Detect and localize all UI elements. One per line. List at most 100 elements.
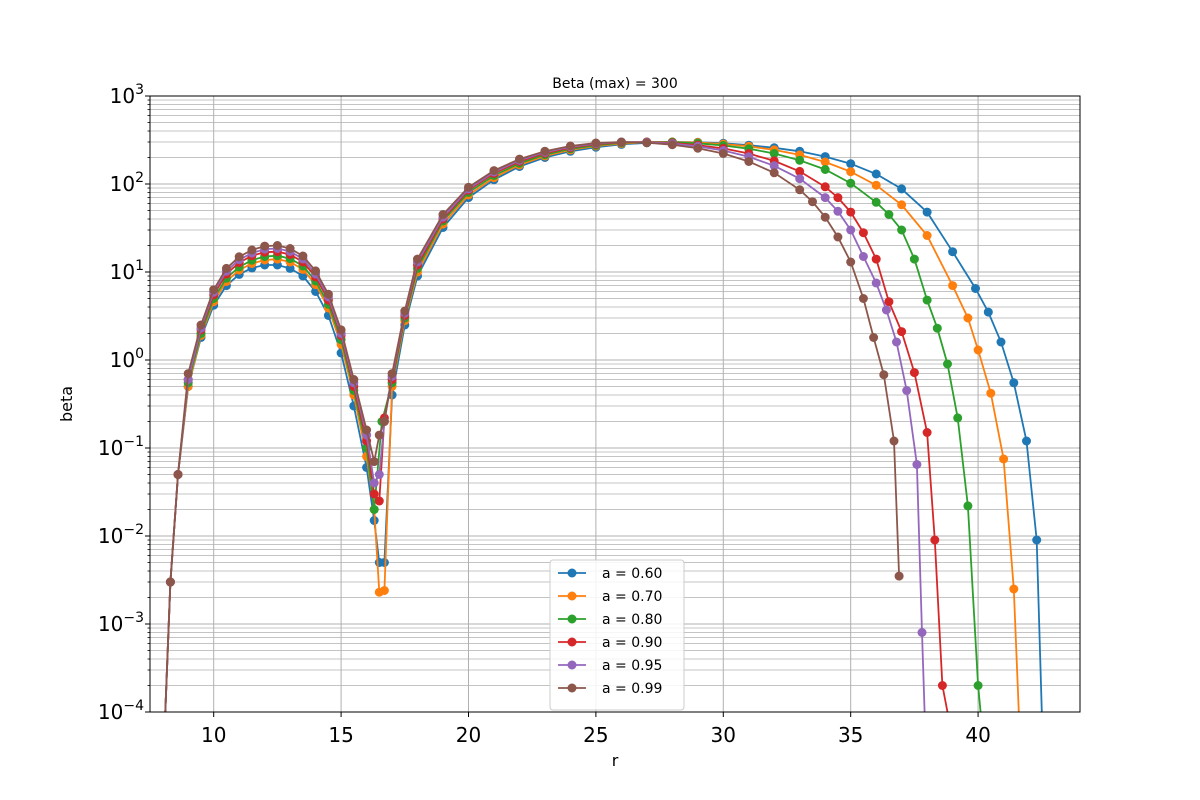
data-point — [209, 285, 219, 295]
legend-marker — [567, 614, 577, 624]
data-point — [196, 320, 206, 330]
data-point — [336, 325, 346, 335]
y-tick-label: 10−3 — [98, 610, 144, 636]
data-point — [833, 193, 843, 203]
data-point — [795, 185, 805, 195]
data-point — [173, 470, 183, 479]
data-point — [379, 558, 389, 567]
data-point — [285, 244, 295, 253]
data-point — [897, 200, 907, 210]
data-point — [943, 359, 952, 369]
data-point — [869, 333, 879, 342]
data-point — [1009, 584, 1019, 594]
x-tick-label: 20 — [456, 723, 481, 747]
data-point — [1022, 436, 1031, 446]
data-point — [892, 337, 901, 347]
data-point — [879, 370, 889, 380]
data-point — [234, 252, 244, 262]
data-point — [871, 254, 881, 264]
legend-label: a = 0.95 — [602, 658, 662, 674]
data-point — [858, 252, 868, 261]
data-point — [922, 295, 932, 305]
data-point — [846, 207, 856, 217]
data-point — [922, 231, 932, 240]
data-point — [718, 149, 728, 158]
data-point — [953, 413, 963, 423]
data-point — [820, 212, 830, 222]
data-point — [909, 368, 919, 378]
y-tick-label: 10−4 — [98, 698, 144, 724]
series-6 — [164, 137, 904, 712]
x-tick-label: 25 — [583, 723, 608, 747]
data-point — [833, 232, 843, 242]
data-point — [374, 430, 384, 440]
series-line — [164, 141, 926, 712]
data-point — [871, 180, 881, 190]
data-point — [642, 138, 652, 148]
data-point — [379, 586, 389, 595]
x-axis-label: r — [612, 751, 619, 770]
y-tick-label: 101 — [110, 258, 144, 284]
data-point — [871, 278, 881, 288]
legend-marker — [567, 591, 577, 601]
data-point — [858, 294, 868, 303]
data-point — [999, 454, 1009, 464]
data-point — [846, 225, 856, 235]
data-point — [846, 257, 856, 267]
data-point — [897, 184, 907, 194]
data-point — [374, 470, 384, 479]
data-point — [311, 266, 321, 276]
data-point — [881, 305, 891, 315]
data-point — [369, 457, 379, 467]
data-point — [591, 138, 601, 148]
legend-label: a = 0.60 — [602, 566, 662, 582]
axis-ticks: 10 15 20 25 30 35 40 10−4 10−3 10−2 10−1 100 101 102 1… — [98, 82, 991, 747]
data-point — [769, 168, 779, 178]
data-point — [948, 247, 958, 257]
data-point — [922, 428, 932, 437]
data-point — [272, 241, 282, 250]
y-axis-label: beta — [57, 386, 76, 422]
data-point — [260, 241, 270, 251]
data-point — [902, 386, 912, 395]
y-tick-label: 100 — [110, 346, 144, 372]
data-point — [973, 345, 983, 355]
data-point — [820, 193, 830, 203]
x-tick-label: 15 — [328, 723, 353, 747]
data-point — [369, 478, 379, 488]
data-point — [917, 628, 927, 637]
data-point — [858, 228, 868, 238]
data-point — [693, 143, 703, 153]
legend-marker — [567, 568, 577, 578]
data-point — [971, 284, 980, 293]
data-point — [565, 141, 575, 151]
data-point — [1009, 378, 1019, 388]
data-point — [165, 577, 175, 587]
data-point — [973, 681, 983, 690]
data-point — [871, 169, 881, 179]
beta-line-chart: Beta (max) = 300 10 15 20 25 30 35 4010−410−31… — [57, 76, 1081, 770]
series-5 — [164, 137, 927, 712]
data-point — [795, 174, 805, 184]
x-tick-label: 40 — [965, 723, 990, 747]
data-point — [616, 137, 626, 147]
data-point — [846, 167, 856, 177]
data-point — [221, 263, 231, 273]
legend-label: a = 0.70 — [602, 589, 662, 605]
data-point — [820, 182, 830, 192]
data-point — [846, 159, 856, 169]
data-point — [349, 375, 359, 384]
data-point — [438, 210, 448, 219]
legend-marker — [567, 660, 577, 670]
x-tick-label: 35 — [838, 723, 863, 747]
data-point — [986, 388, 996, 398]
data-point — [808, 197, 817, 207]
data-point — [247, 245, 257, 255]
x-tick-label: 30 — [711, 723, 736, 747]
data-point — [871, 197, 881, 207]
data-point — [369, 505, 379, 514]
legend-label: a = 0.80 — [602, 612, 662, 628]
chart-title: Beta (max) = 300 — [552, 76, 678, 92]
legend-marker — [567, 637, 577, 647]
data-point — [183, 369, 193, 379]
